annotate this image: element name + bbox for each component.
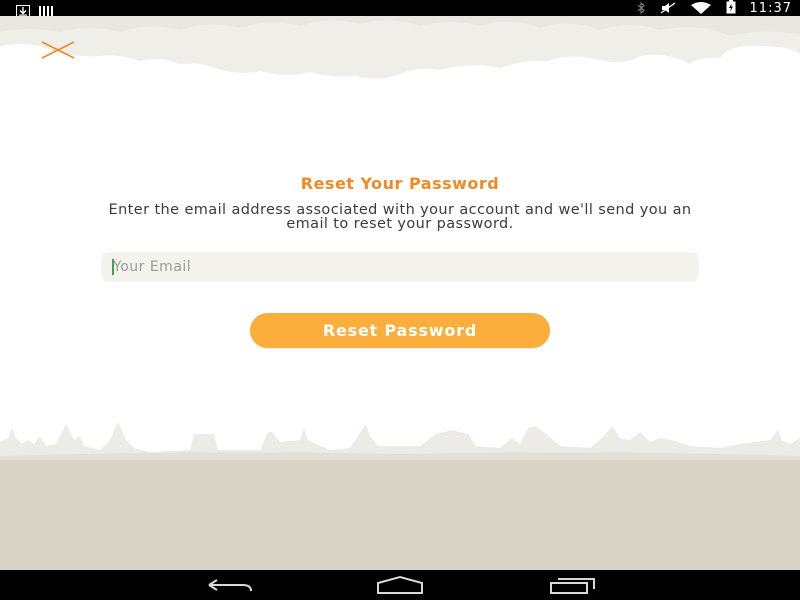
wifi-icon [690,0,712,18]
back-icon [208,579,252,592]
status-time: 11:37 [749,0,792,16]
battery-charging-icon [726,0,736,18]
recents-icon [550,578,595,594]
status-bar: 11:37 [0,0,800,17]
text-cursor [112,259,114,275]
bluetooth-icon [636,0,646,18]
reset-password-button[interactable]: Reset Password [250,313,550,348]
home-button[interactable] [375,575,425,595]
cloud-header [0,16,800,79]
back-button[interactable] [205,575,255,595]
description-text: Enter the email address associated with … [108,202,692,232]
close-button[interactable] [40,38,76,64]
email-field[interactable] [101,252,699,282]
recents-button[interactable] [548,575,598,595]
mute-icon [660,0,676,18]
page-title: Reset Your Password [300,174,500,193]
home-icon [377,575,423,594]
ground-background [0,460,800,570]
close-icon [41,41,75,59]
status-right-icons: 11:37 [636,0,792,16]
skyline-illustration [0,422,800,465]
navigation-bar [0,570,800,600]
